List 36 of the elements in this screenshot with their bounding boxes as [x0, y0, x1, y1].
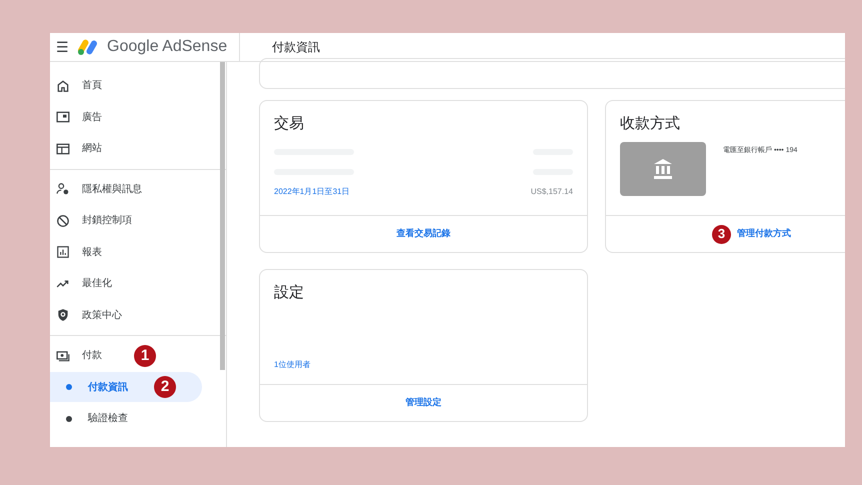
- bullet-icon: [66, 416, 72, 422]
- card-title: 收款方式: [620, 114, 681, 134]
- bank-icon: [651, 156, 675, 180]
- period-text: 2022年1月1日至31日: [274, 186, 350, 198]
- card-title: 交易: [274, 114, 305, 134]
- sidebar-item[interactable]: 封鎖控制項: [50, 208, 144, 234]
- home-icon: [56, 78, 70, 93]
- adsense-logo-icon: [77, 38, 99, 56]
- shield-icon: [56, 308, 70, 322]
- sidebar-item[interactable]: 最佳化: [50, 270, 124, 297]
- money-icon: [56, 348, 70, 363]
- users-link[interactable]: 1位使用者: [274, 360, 310, 368]
- person-icon: [56, 182, 70, 196]
- step-number-marker: 1: [134, 344, 156, 367]
- manage-payment-methods-link[interactable]: 管理付款方式: [737, 227, 791, 241]
- sidebar-item[interactable]: 廣告: [50, 104, 114, 130]
- sidebar-item[interactable]: 政策中心: [50, 302, 134, 328]
- bullet-icon: [66, 384, 72, 390]
- block-icon: [56, 214, 70, 228]
- sidebar-item[interactable]: 報表: [50, 239, 114, 266]
- amount-text: US$,157.14: [530, 186, 573, 198]
- page-title: 付款資訊: [272, 39, 320, 56]
- ad-frame-icon: [56, 110, 70, 124]
- sidebar-subitem[interactable]: 驗證檢查: [50, 404, 202, 434]
- step-number-marker: 3: [712, 224, 731, 244]
- menu-icon[interactable]: ☰: [56, 36, 69, 58]
- sidebar-item[interactable]: 首頁: [50, 72, 114, 99]
- view-transactions-link[interactable]: 查看交易記錄: [396, 227, 450, 241]
- product-name: Google AdSense: [107, 37, 228, 57]
- card-title: 設定: [274, 283, 305, 303]
- manage-settings-link[interactable]: 管理設定: [406, 396, 442, 410]
- bar-chart-icon: [56, 245, 70, 260]
- sidebar-item[interactable]: 付款: [50, 342, 114, 369]
- sidebar-item[interactable]: 隱私權與訊息: [50, 176, 154, 202]
- sidebar-item[interactable]: 網站: [50, 136, 114, 162]
- browser-window-icon: [56, 142, 70, 156]
